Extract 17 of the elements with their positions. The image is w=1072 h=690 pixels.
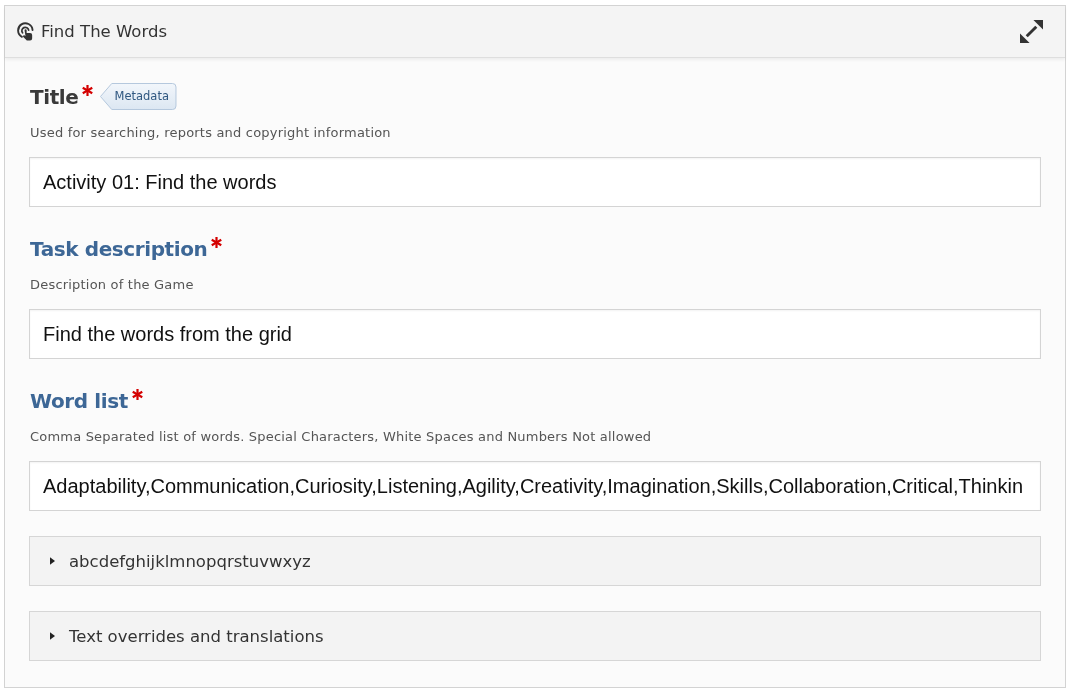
finger-tap-icon — [16, 22, 35, 41]
field-label: Word list — [30, 388, 128, 415]
caret-icon — [50, 557, 55, 565]
text-input[interactable]: Adaptability,Communication,Curiosity,Listening,Agility,Creativity,Imagination,Skills,Collaboration,Critical,Thinkin — [29, 461, 1041, 511]
expand-icon[interactable] — [1020, 20, 1043, 43]
collapsible-group[interactable]: abcdefghijklmnopqrstuvwxyz — [29, 536, 1041, 586]
field-description: Comma Separated list of words. Special Characters, White Spaces and Numbers Not allowed — [29, 428, 653, 446]
field-label: Title — [30, 84, 79, 111]
field-description: Used for searching, reports and copyright information — [29, 124, 392, 142]
collapsible-group[interactable]: Text overrides and translations — [29, 611, 1041, 661]
caret-icon — [50, 632, 55, 640]
metadata-button[interactable]: Metadata — [100, 83, 177, 110]
text-input[interactable]: Activity 01: Find the words — [29, 157, 1041, 207]
panel-title: Find The Words — [41, 22, 168, 41]
field-label: Task description — [30, 236, 208, 263]
field-description: Description of the Game — [29, 276, 195, 294]
text-input[interactable]: Find the words from the grid — [29, 309, 1041, 359]
